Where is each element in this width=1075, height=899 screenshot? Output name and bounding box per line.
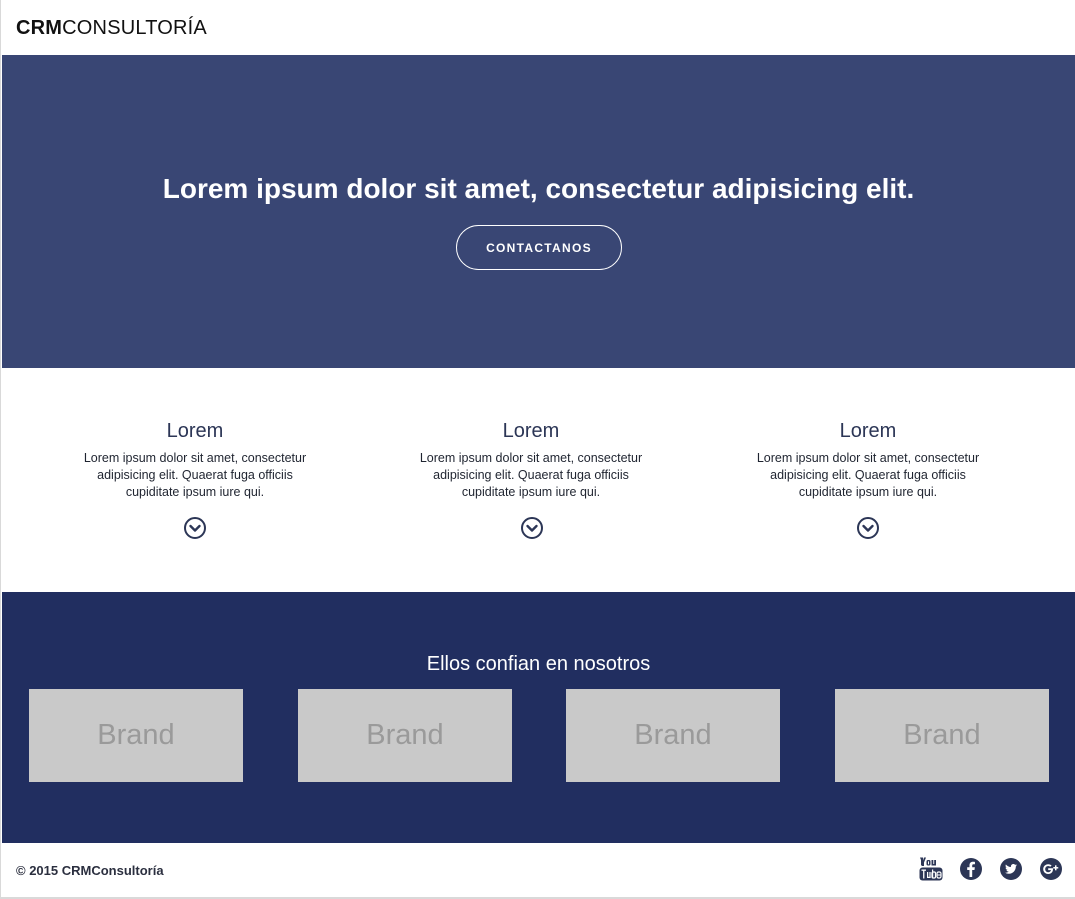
page: CRMCONSULTORÍA Lorem ipsum dolor sit ame… [0, 0, 1075, 899]
feature-card: Lorem Lorem ipsum dolor sit amet, consec… [65, 418, 325, 501]
copyright-text: © 2015 CRMConsultoría [16, 863, 164, 878]
facebook-icon[interactable] [959, 857, 983, 881]
feature-text: Lorem ipsum dolor sit amet, consectetur … [738, 450, 998, 501]
logo-bold: CRM [16, 17, 63, 39]
feature-text-line: cupiditate ipsum iure qui. [798, 485, 938, 499]
logo-text: CONSULTORÍA [62, 17, 207, 39]
hero-section [2, 55, 1075, 368]
brand-logo: Brand [298, 689, 512, 782]
brand-logo: Brand [29, 689, 243, 782]
brand-logo: Brand [566, 689, 780, 782]
feature-text-line: Lorem ipsum dolor sit amet, consectetur [419, 451, 643, 465]
brand-logo: Brand [835, 689, 1049, 782]
feature-text: Lorem ipsum dolor sit amet, consectetur … [65, 450, 325, 501]
feature-text-line: Lorem ipsum dolor sit amet, consectetur [83, 451, 307, 465]
feature-card: Lorem Lorem ipsum dolor sit amet, consec… [738, 418, 998, 501]
chevron-down-circle-icon[interactable] [520, 516, 544, 540]
feature-text-line: adipisicing elit. Quaerat fuga officiis [97, 468, 293, 482]
feature-card: Lorem Lorem ipsum dolor sit amet, consec… [401, 418, 661, 501]
feature-title: Lorem [166, 420, 224, 442]
google-plus-icon[interactable] [1039, 857, 1063, 881]
youtube-icon[interactable] [919, 857, 943, 881]
feature-text-line: adipisicing elit. Quaerat fuga officiis [770, 468, 966, 482]
hero-title: Lorem ipsum dolor sit amet, consectetur … [162, 173, 915, 204]
feature-text-line: adipisicing elit. Quaerat fuga officiis [433, 468, 629, 482]
feature-text-line: Lorem ipsum dolor sit amet, consectetur [756, 451, 980, 465]
top-bar: CRMCONSULTORÍA [1, 0, 1075, 55]
feature-text: Lorem ipsum dolor sit amet, consectetur … [401, 450, 661, 501]
twitter-icon[interactable] [999, 857, 1023, 881]
feature-title: Lorem [502, 420, 560, 442]
clients-title: Ellos confian en nosotros [426, 653, 651, 675]
contact-button[interactable]: CONTACTANOS [456, 225, 622, 270]
logo[interactable]: CRMCONSULTORÍA [16, 16, 207, 40]
feature-text-line: cupiditate ipsum iure qui. [125, 485, 265, 499]
chevron-down-circle-icon[interactable] [856, 516, 880, 540]
feature-text-line: cupiditate ipsum iure qui. [461, 485, 601, 499]
feature-title: Lorem [839, 420, 897, 442]
chevron-down-circle-icon[interactable] [183, 516, 207, 540]
